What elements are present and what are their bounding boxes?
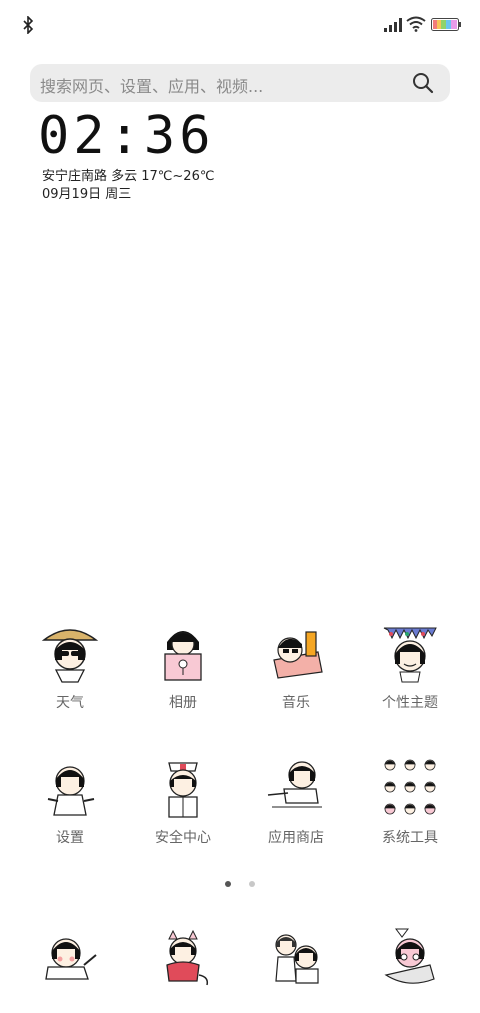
themes-icon <box>383 627 437 683</box>
phone-icon <box>45 938 97 980</box>
app-label: 应用商店 <box>268 830 324 846</box>
app-system-tools[interactable]: 系统工具 <box>355 755 465 847</box>
app-label: 音乐 <box>282 695 310 711</box>
wifi-icon <box>406 16 426 32</box>
dock-browser[interactable] <box>241 925 351 989</box>
app-label: 天气 <box>56 695 84 711</box>
gallery-icon <box>164 631 202 681</box>
app-security[interactable]: 安全中心 <box>128 755 238 847</box>
dock-messages[interactable] <box>128 925 238 989</box>
location-weather: 安宁庄南路 多云 17℃~26℃ <box>42 169 215 184</box>
dock-phone[interactable] <box>15 925 125 989</box>
app-store-icon <box>267 761 322 808</box>
app-gallery[interactable]: 相册 <box>128 620 238 712</box>
page-dot-active[interactable] <box>225 881 232 887</box>
app-themes[interactable]: 个性主题 <box>355 620 465 712</box>
browser-icon <box>275 934 319 984</box>
signal-icon <box>384 18 402 32</box>
app-label: 设置 <box>56 830 84 846</box>
clock-info[interactable]: 安宁庄南路 多云 17℃~26℃ 09月19日 周三 <box>42 168 214 204</box>
app-store[interactable]: 应用商店 <box>241 755 351 847</box>
app-label: 安全中心 <box>155 830 211 846</box>
page-dot[interactable] <box>248 881 255 887</box>
app-settings[interactable]: 设置 <box>15 755 125 847</box>
app-weather[interactable]: 天气 <box>15 620 125 712</box>
page-indicator[interactable] <box>0 872 480 891</box>
system-tools-icon <box>384 759 436 815</box>
app-music[interactable]: 音乐 <box>241 620 351 712</box>
settings-icon <box>47 766 95 816</box>
bluetooth-icon <box>23 16 34 34</box>
app-label: 相册 <box>169 695 197 711</box>
app-label: 系统工具 <box>382 830 438 846</box>
status-bar <box>0 0 480 50</box>
search-placeholder: 搜索网页、设置、应用、视频... <box>40 77 264 96</box>
app-label: 个性主题 <box>382 695 438 711</box>
search-bar[interactable]: 搜索网页、设置、应用、视频... <box>30 64 450 102</box>
clock-time[interactable]: 02:36 <box>38 106 215 166</box>
weather-icon <box>41 629 99 683</box>
music-icon <box>273 631 323 679</box>
dock-camera[interactable] <box>355 925 465 989</box>
security-icon <box>168 762 198 818</box>
battery-icon <box>431 18 461 31</box>
messages-icon <box>166 929 209 986</box>
camera-icon <box>384 928 435 984</box>
date: 09月19日 周三 <box>42 187 132 202</box>
search-icon[interactable] <box>412 72 434 94</box>
